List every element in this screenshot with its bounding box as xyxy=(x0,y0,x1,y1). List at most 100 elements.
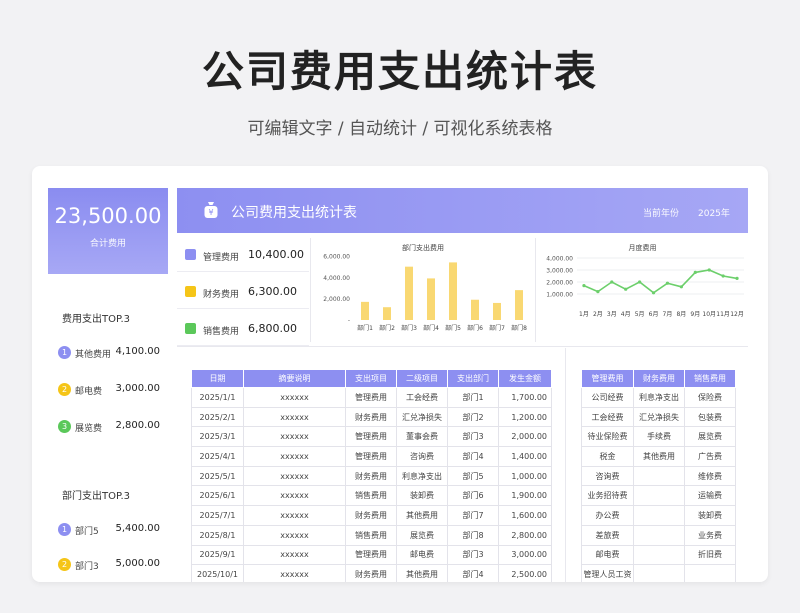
table-row: 2025/3/1 xxxxxx 管理费用 董事会费 部门3 2,000.00 xyxy=(191,426,552,448)
table-cell: 广告费 xyxy=(684,446,736,467)
rank-value: 2,800.00 xyxy=(115,420,160,431)
year-value: 2025年 xyxy=(698,209,730,219)
category-table: 管理费用 财务费用 销售费用 公司经费 利息净支出 保险费 工会经费 汇兑净损失 包装费 待业保… xyxy=(581,369,736,582)
y-tick-label: - xyxy=(348,318,350,325)
table-cell: 财务费用 xyxy=(345,465,397,487)
table-cell: 管理人员工资 xyxy=(581,564,634,582)
column-header: 二级项目 xyxy=(396,369,448,388)
table-cell: 董事会费 xyxy=(396,426,448,448)
rank-badge: 2 xyxy=(58,383,71,396)
x-tick-label: 12月 xyxy=(730,311,744,318)
table-cell: 2025/7/1 xyxy=(191,505,244,526)
data-point xyxy=(693,270,697,274)
left-panel: 23,500.00 合计费用 费用支出TOP.3 1 其他费用 4,100.00 2 邮… xyxy=(48,188,168,582)
table-cell: 销售费用 xyxy=(345,485,397,507)
table-row: 2025/10/1 xxxxxx 财务费用 其他费用 部门4 2,500.00 xyxy=(191,564,552,582)
table-row: 税金 其他费用 广告费 xyxy=(581,446,736,467)
table-cell: 财务费用 xyxy=(345,406,397,428)
data-point xyxy=(596,290,600,294)
table-cell: 业务招待费 xyxy=(581,485,634,507)
table-cell: 包装费 xyxy=(684,406,736,428)
x-tick-label: 9月 xyxy=(690,311,700,318)
money-bag-icon: ¥ xyxy=(204,202,218,218)
rank-row: 2 邮电费 3,000.00 xyxy=(58,382,168,398)
table-cell: 2,000.00 xyxy=(498,426,552,448)
bar xyxy=(493,302,501,320)
table-cell: 装卸费 xyxy=(684,505,736,526)
chart-title: 月度费用 xyxy=(629,243,657,252)
table-cell: 邮电费 xyxy=(581,544,634,566)
column-header: 支出项目 xyxy=(345,369,397,388)
table-cell: xxxxxx xyxy=(243,446,346,467)
x-tick-label: 4月 xyxy=(621,311,631,318)
bar xyxy=(427,278,435,320)
x-tick-label: 1月 xyxy=(579,311,589,318)
x-tick-label: 部门2 xyxy=(379,324,395,332)
table-row: 公司经费 利息净支出 保险费 xyxy=(581,387,736,408)
rank-value: 4,100.00 xyxy=(115,346,160,357)
table-row: 待业保险费 手续费 展览费 xyxy=(581,426,736,448)
table-cell: 1,000.00 xyxy=(498,465,552,487)
divider xyxy=(535,238,536,342)
table-row: 差旅费 业务费 xyxy=(581,524,736,546)
svg-text:¥: ¥ xyxy=(208,208,213,217)
table-cell: 邮电费 xyxy=(396,544,448,566)
table-cell: 管理费用 xyxy=(345,387,397,408)
rank-value: 5,400.00 xyxy=(115,523,160,534)
table-cell: 办公费 xyxy=(581,505,634,526)
table-cell: xxxxxx xyxy=(243,465,346,487)
table-cell: 工会经费 xyxy=(581,406,634,428)
rank-badge: 3 xyxy=(58,420,71,433)
x-tick-label: 部门1 xyxy=(357,324,373,332)
metric-value: 6,300.00 xyxy=(248,285,297,298)
metric-2: 财务费用 6,300.00 xyxy=(177,275,309,309)
x-tick-label: 部门5 xyxy=(445,324,461,332)
table-cell: 销售费用 xyxy=(345,524,397,546)
rank-name: 邮电费 xyxy=(75,387,103,397)
table-cell: xxxxxx xyxy=(243,426,346,448)
table-row: 2025/1/1 xxxxxx 管理费用 工会经费 部门1 1,700.00 xyxy=(191,387,552,408)
x-tick-label: 11月 xyxy=(716,311,730,318)
table-cell: 工会经费 xyxy=(396,387,448,408)
table-cell: 利息净支出 xyxy=(633,387,685,408)
table-cell: 2025/6/1 xyxy=(191,485,244,507)
table-cell: 其他费用 xyxy=(396,564,448,582)
rank-name: 其他费用 xyxy=(75,350,112,360)
table-cell: 公司经费 xyxy=(581,387,634,408)
table-row: 2025/5/1 xxxxxx 财务费用 利息净支出 部门5 1,000.00 xyxy=(191,465,552,487)
table-cell: 其他费用 xyxy=(633,446,685,467)
table-cell: 部门8 xyxy=(447,524,499,546)
table-cell: 部门7 xyxy=(447,505,499,526)
x-tick-label: 7月 xyxy=(663,311,673,318)
table-cell: 1,900.00 xyxy=(498,485,552,507)
data-point xyxy=(679,285,683,289)
rank-name: 部门3 xyxy=(75,562,99,572)
rank-badge: 2 xyxy=(58,558,71,571)
table-cell: 差旅费 xyxy=(581,524,634,546)
table-cell: 2025/2/1 xyxy=(191,406,244,428)
table-cell: 管理费用 xyxy=(345,446,397,467)
table-cell: 维修费 xyxy=(684,465,736,487)
hero-title: 公司费用支出统计表 xyxy=(201,47,598,96)
table-cell xyxy=(633,485,685,507)
rank-value: 5,000.00 xyxy=(115,558,160,569)
column-header: 摘要说明 xyxy=(243,369,346,388)
dashboard-card: 23,500.00 合计费用 费用支出TOP.3 1 其他费用 4,100.00 2 邮… xyxy=(32,166,768,582)
x-tick-label: 部门6 xyxy=(467,324,483,332)
x-tick-label: 10月 xyxy=(702,311,716,318)
bar xyxy=(471,299,479,320)
table-cell: 手续费 xyxy=(633,426,685,448)
table-cell: 部门4 xyxy=(447,446,499,467)
table-cell: xxxxxx xyxy=(243,406,346,428)
hero-subtitle: 可编辑文字 / 自动统计 / 可视化系统表格 xyxy=(247,119,553,139)
top-dept-title: 部门支出TOP.3 xyxy=(62,491,130,502)
y-tick-label: 2,000.00 xyxy=(323,296,350,303)
y-tick-label: 2,000.00 xyxy=(546,280,573,287)
metric-value: 6,800.00 xyxy=(248,322,297,335)
divider xyxy=(310,238,311,342)
detail-table: 日期 摘要说明 支出项目 二级项目 支出部门 发生金额 2025/1/1 xxxxxx 管理费… xyxy=(191,369,552,582)
rank-name: 部门5 xyxy=(75,527,99,537)
table-cell: 2025/4/1 xyxy=(191,446,244,467)
table-cell: 部门6 xyxy=(447,485,499,507)
table-cell: 部门3 xyxy=(447,426,499,448)
